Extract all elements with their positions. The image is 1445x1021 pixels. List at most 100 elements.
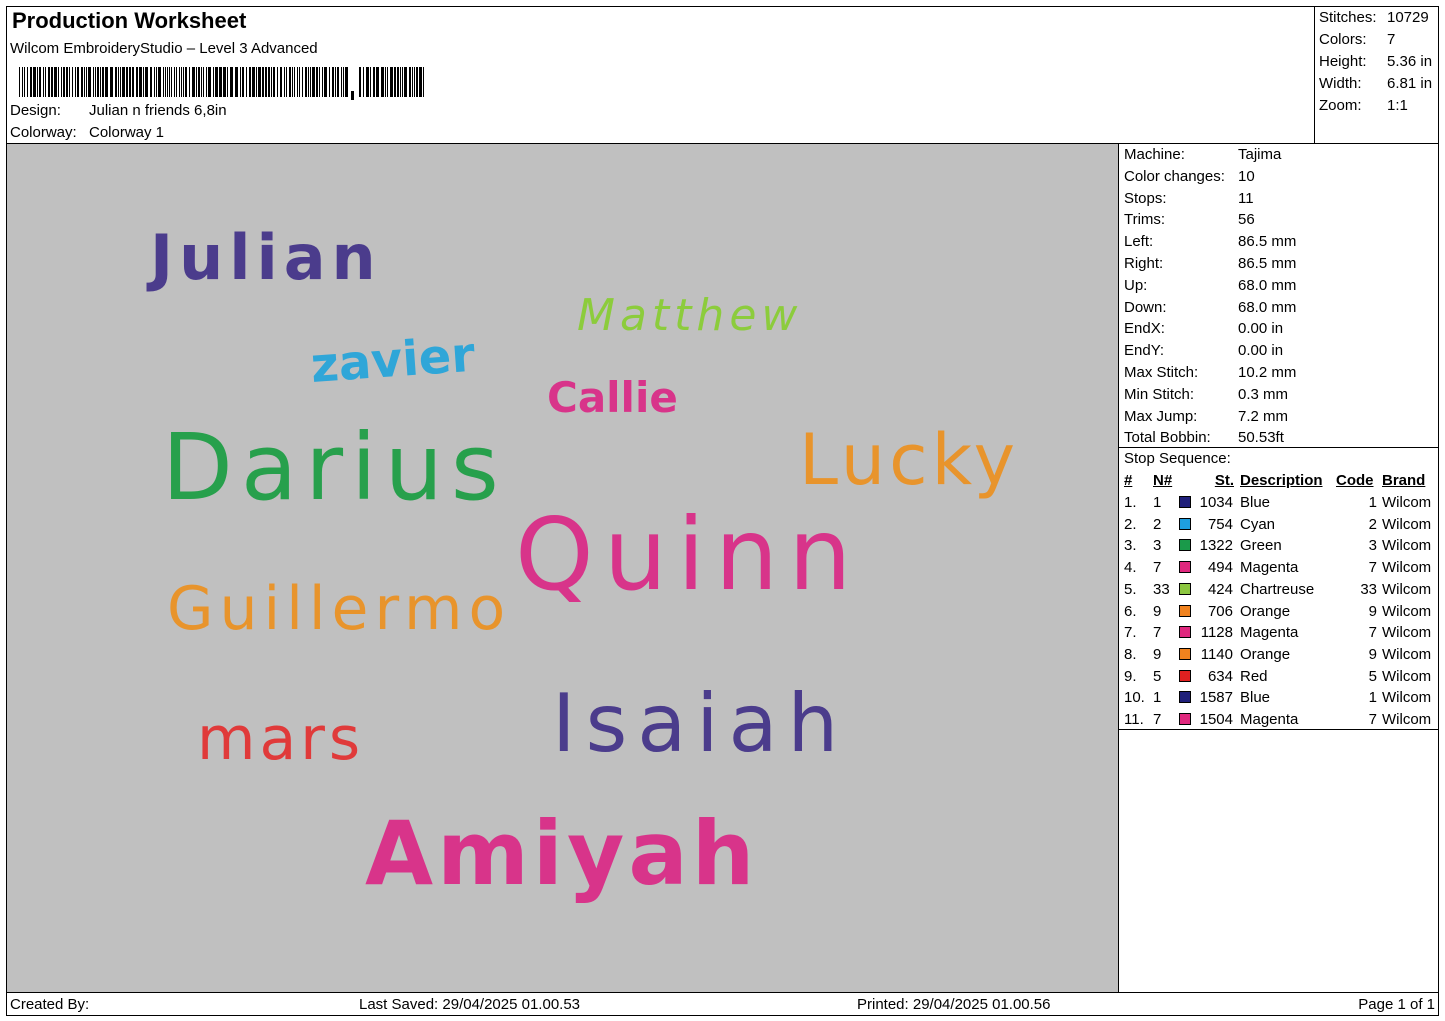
barcode-bar	[208, 67, 211, 97]
machine-info-value: 0.3 mm	[1238, 385, 1289, 403]
row-code: 3	[1368, 537, 1377, 555]
row-code: 1	[1368, 689, 1377, 707]
barcode-bar	[387, 67, 388, 97]
barcode-bar	[297, 67, 298, 97]
barcode-bar	[258, 67, 261, 97]
stop-sequence-row: 5. 33 424 Chartreuse 33 Wilcom	[1119, 579, 1438, 600]
machine-info-label: Trims:	[1124, 211, 1166, 229]
barcode-bar	[359, 67, 361, 97]
design-name-lucky: Lucky	[799, 419, 1019, 501]
barcode-bar	[299, 67, 300, 97]
barcode-bar	[81, 67, 83, 97]
row-brand: Wilcom	[1382, 515, 1432, 533]
thread-color-swatch	[1179, 496, 1191, 508]
barcode-bar	[165, 67, 166, 97]
machine-info-value: Tajima	[1238, 146, 1282, 163]
machine-info-label: EndY:	[1124, 342, 1165, 360]
machine-info-value: 50.53ft	[1238, 429, 1284, 447]
barcode-bar	[292, 67, 293, 97]
row-needle: 7	[1153, 559, 1162, 577]
barcode-bar	[373, 67, 375, 97]
row-description: Magenta	[1240, 624, 1299, 642]
machine-info-label: Color changes:	[1124, 167, 1225, 185]
barcode-bar	[302, 67, 303, 97]
barcode-bar	[215, 67, 218, 97]
row-description: Magenta	[1240, 711, 1299, 728]
row-description: Blue	[1240, 494, 1271, 511]
barcode-bar	[61, 67, 62, 97]
row-index: 8.	[1124, 645, 1137, 663]
barcode-bar	[139, 67, 142, 97]
row-description: Orange	[1240, 602, 1291, 620]
machine-info-label: EndX:	[1124, 320, 1165, 338]
barcode-bar	[262, 67, 264, 97]
design-name-isaiah: Isaiah	[552, 677, 848, 770]
colorway-label: Colorway:	[10, 124, 77, 141]
barcode-bar	[54, 67, 57, 97]
barcode-bar	[176, 67, 177, 97]
barcode-bar	[174, 67, 175, 97]
barcode-bar	[376, 67, 379, 97]
machine-info-label: Right:	[1124, 255, 1164, 272]
printed-date: Printed: 29/04/2025 01.00.56	[857, 996, 1051, 1013]
barcode-bar	[129, 67, 131, 97]
barcode-bar	[305, 67, 307, 97]
row-stitches: 1034	[1199, 494, 1233, 511]
machine-info-label: Machine:	[1124, 146, 1185, 163]
design-label: Design:	[10, 102, 61, 119]
barcode-bar	[30, 67, 32, 97]
barcode-bar	[294, 67, 295, 97]
row-description: Red	[1240, 667, 1268, 685]
barcode-bar	[394, 67, 396, 97]
row-description: Green	[1240, 537, 1282, 555]
last-saved: Last Saved: 29/04/2025 01.00.53	[359, 996, 581, 1013]
col-header-description: Description	[1240, 472, 1323, 489]
machine-info-label: Left:	[1124, 233, 1154, 251]
barcode-bar	[400, 67, 401, 97]
thread-color-swatch	[1179, 539, 1191, 552]
barcode-bar	[308, 67, 309, 97]
barcode-bar	[381, 67, 384, 97]
barcode-bar	[37, 67, 38, 97]
barcode-bar	[122, 67, 125, 97]
row-index: 9.	[1124, 667, 1137, 685]
thread-color-swatch	[1179, 713, 1191, 725]
stop-sequence-row: 9. 5 634 Red 5 Wilcom	[1119, 666, 1438, 687]
barcode-bar	[341, 67, 342, 97]
barcode-bar	[136, 67, 138, 97]
barcode-bar	[273, 67, 275, 97]
page-number: Page 1 of 1	[1358, 996, 1435, 1013]
design-name-guillermo: Guillermo	[167, 574, 511, 644]
row-brand: Wilcom	[1382, 537, 1432, 555]
machine-info-value: 7.2 mm	[1238, 407, 1289, 425]
row-index: 11.	[1124, 711, 1144, 728]
barcode-bar	[363, 67, 364, 97]
barcode-bar	[246, 67, 247, 97]
barcode-bar	[75, 67, 76, 97]
machine-info-value: 10.2 mm	[1238, 364, 1297, 381]
row-stitches: 494	[1207, 559, 1233, 577]
embroidery-preview: Julian Matthew zavier Callie Darius Luck…	[146, 221, 1019, 905]
row-needle: 5	[1153, 667, 1162, 685]
worksheet-header: Production Worksheet Wilcom EmbroiderySt…	[6, 6, 1315, 144]
row-needle: 1	[1153, 689, 1162, 707]
design-name-quinn: Quinn	[515, 496, 862, 613]
row-brand: Wilcom	[1382, 689, 1432, 707]
machine-info-label: Min Stitch:	[1124, 385, 1195, 403]
barcode-bar	[230, 67, 233, 97]
barcode-bar	[385, 67, 386, 97]
row-description: Orange	[1240, 645, 1291, 663]
barcode-bar	[145, 67, 148, 97]
summary-value: 10729	[1387, 9, 1429, 26]
row-index: 10.	[1124, 689, 1145, 707]
thread-color-swatch	[1179, 517, 1191, 530]
design-name-callie: Callie	[547, 373, 678, 422]
stop-sequence-row: 3. 3 1322 Green 3 Wilcom	[1119, 535, 1438, 556]
row-needle: 9	[1153, 645, 1162, 663]
table-bottom-divider	[1119, 729, 1438, 730]
row-stitches: 1504	[1199, 711, 1233, 728]
barcode-bar	[66, 67, 68, 97]
row-code: 1	[1368, 494, 1377, 511]
barcode-bar	[93, 67, 94, 97]
barcode-bar	[213, 67, 214, 97]
